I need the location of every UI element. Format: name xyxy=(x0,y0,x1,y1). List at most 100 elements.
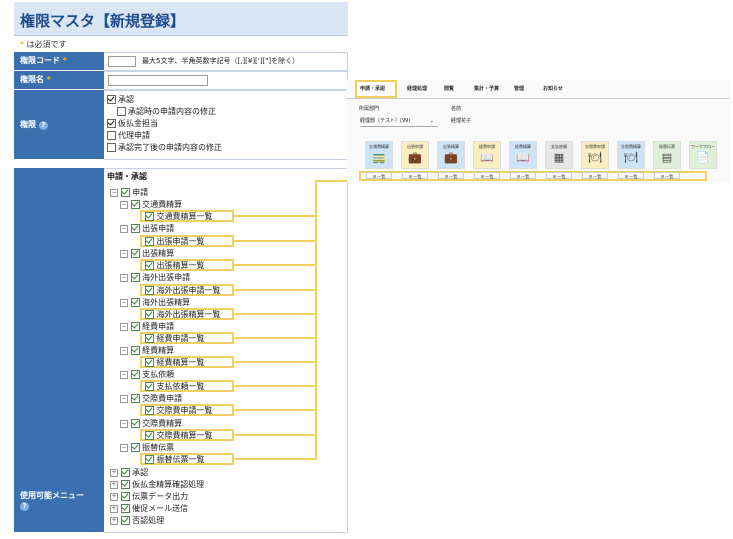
perm-advance[interactable]: 仮払金担当 xyxy=(107,119,158,129)
checkbox-icon xyxy=(130,322,140,331)
checkbox-icon[interactable] xyxy=(107,143,116,152)
checkbox-icon xyxy=(145,358,154,367)
tree-group[interactable]: − 振替伝票 xyxy=(120,443,174,453)
checkbox-icon xyxy=(145,431,154,440)
checkbox-icon xyxy=(130,370,140,379)
list-button[interactable]: ☰ 一覧 xyxy=(618,172,644,179)
tree-leaf[interactable]: 交際費精算一覧 xyxy=(140,429,234,441)
perm-after-edit[interactable]: 承認完了後の申請内容の修正 xyxy=(107,143,222,153)
tree-group[interactable]: − 交通費精算 xyxy=(120,200,182,210)
help-icon[interactable]: ? xyxy=(20,502,29,511)
checkbox-icon[interactable] xyxy=(107,119,116,128)
tree-leaf[interactable]: 経費申請一覧 xyxy=(140,332,234,344)
tile-transfer-slip[interactable]: 振替伝票 ▤ xyxy=(653,141,681,169)
tile-transport[interactable]: 交通費精算 🚃 xyxy=(365,141,393,169)
perm-approve[interactable]: 承認 xyxy=(107,95,134,105)
tile-expense-settle[interactable]: 経費精算 📖 xyxy=(509,141,537,169)
tree-group[interactable]: − 海外出張申請 xyxy=(120,273,190,283)
page-title: 権限マスタ【新規登録】 xyxy=(20,12,186,30)
checkbox-icon xyxy=(145,261,154,270)
checkbox-icon xyxy=(130,200,140,209)
list-button[interactable]: ☰ 一覧 xyxy=(438,172,464,179)
calculator-icon: ▦ xyxy=(553,151,565,164)
tree-leaf[interactable]: 出張精算一覧 xyxy=(140,259,234,271)
help-icon[interactable]: ? xyxy=(38,121,48,130)
menu-preview-panel: 申請・承認 経理処理 閲覧 集計・予算 管理 お知らせ 所属部門 経理部（テスト… xyxy=(347,80,730,182)
list-button[interactable]: ☰ 一覧 xyxy=(402,172,428,179)
tile-expense-request[interactable]: 経費申請 📖 xyxy=(473,141,501,169)
tile-workflow[interactable]: ワークフロー 📄 xyxy=(689,141,717,169)
tile-entertain-settle[interactable]: 交際費精算 🍽 xyxy=(617,141,645,169)
code-input[interactable] xyxy=(108,56,136,67)
checkbox-icon xyxy=(120,468,130,477)
dining-icon: 🍽 xyxy=(588,151,602,164)
expand-icon: + xyxy=(110,516,118,525)
list-button[interactable]: ☰ 一覧 xyxy=(510,172,536,179)
tree-item[interactable]: + 伝票データ出力 xyxy=(110,492,188,502)
collapse-icon: − xyxy=(120,298,128,307)
tree-leaf[interactable]: 交際費申請一覧 xyxy=(140,404,234,416)
checkbox-icon[interactable] xyxy=(107,95,116,104)
chevron-down-icon: ⌄ xyxy=(429,118,434,124)
perm-proxy[interactable]: 代理申請 xyxy=(107,131,150,141)
tab-apply-approve[interactable]: 申請・承認 xyxy=(360,85,385,92)
checkbox-icon xyxy=(145,334,154,343)
collapse-icon: − xyxy=(120,273,128,282)
code-hint: 最大5文字、半角英数字記号（[,][¥][']["]を除く） xyxy=(142,57,300,65)
checkbox-icon[interactable] xyxy=(120,188,130,197)
tree-leaf[interactable]: 海外出張申請一覧 xyxy=(140,284,234,296)
perm-label: 権限 ? xyxy=(14,90,104,160)
tree-group[interactable]: − 海外出張精算 xyxy=(120,298,190,308)
list-button[interactable]: ☰ 一覧 xyxy=(546,172,572,179)
tree-leaf[interactable]: 支払依頼一覧 xyxy=(140,380,234,392)
tree-leaf[interactable]: 出張申請一覧 xyxy=(140,235,234,247)
tree-item[interactable]: + 催促メール送信 xyxy=(110,504,188,514)
tile-trip-settle[interactable]: 出張精算 💼 xyxy=(437,141,465,169)
checkbox-icon[interactable] xyxy=(117,107,126,116)
tree-group[interactable]: − 交際費申請 xyxy=(120,394,182,404)
collapse-icon: − xyxy=(120,394,128,403)
list-button[interactable]: ☰ 一覧 xyxy=(366,172,392,179)
list-button[interactable]: ☰ 一覧 xyxy=(654,172,680,179)
name-label: 権限名 * xyxy=(14,71,104,90)
tree-leaf[interactable]: 交通費精算一覧 xyxy=(140,210,234,222)
tree-group[interactable]: − 出張申請 xyxy=(120,224,174,234)
connector-line xyxy=(234,313,316,315)
dept-select[interactable]: 経理部（テスト）(99) ⌄ xyxy=(360,116,438,127)
list-button[interactable]: ☰ 一覧 xyxy=(582,172,608,179)
tab-budget[interactable]: 集計・予算 xyxy=(474,85,499,92)
collapse-icon: − xyxy=(120,224,128,233)
tree-item[interactable]: + 仮払金精算確認処理 xyxy=(110,480,204,490)
tile-trip-request[interactable]: 出張申請 💼 xyxy=(401,141,429,169)
tree-group[interactable]: − 経費精算 xyxy=(120,346,174,356)
checkbox-icon xyxy=(145,455,154,464)
tree-item[interactable]: + 承認 xyxy=(110,468,148,478)
tree-root[interactable]: − 申請 xyxy=(110,188,148,198)
tree-leaf[interactable]: 振替伝票一覧 xyxy=(140,453,234,465)
tab-browse[interactable]: 閲覧 xyxy=(444,85,454,92)
perm-approve-edit[interactable]: 承認時の申請内容の修正 xyxy=(117,107,216,117)
tab-news[interactable]: お知らせ xyxy=(543,85,563,92)
connector-line xyxy=(234,264,316,266)
tree-leaf[interactable]: 海外出張精算一覧 xyxy=(140,308,234,320)
collapse-icon[interactable]: − xyxy=(110,188,118,197)
tile-payment[interactable]: 支払依頼 ▦ xyxy=(545,141,573,169)
tree-group[interactable]: − 経費申請 xyxy=(120,322,174,332)
tab-admin[interactable]: 管理 xyxy=(514,85,524,92)
tree-group[interactable]: − 交際費精算 xyxy=(120,419,182,429)
checkbox-icon xyxy=(130,346,140,355)
connector-line xyxy=(234,434,316,436)
tree-group[interactable]: − 支払依頼 xyxy=(120,370,174,380)
checkbox-icon[interactable] xyxy=(107,131,116,140)
tab-accounting[interactable]: 経理処理 xyxy=(407,85,427,92)
tile-entertain-request[interactable]: 交際費申請 🍽 xyxy=(581,141,609,169)
tree-leaf[interactable]: 経費精算一覧 xyxy=(140,356,234,368)
briefcase-icon: 💼 xyxy=(444,151,458,164)
checkbox-icon xyxy=(130,224,140,233)
name-input[interactable] xyxy=(108,75,208,86)
tree-group[interactable]: − 出張精算 xyxy=(120,249,174,259)
tree-item[interactable]: + 否認処理 xyxy=(110,516,164,526)
list-button[interactable]: ☰ 一覧 xyxy=(474,172,500,179)
checkbox-icon xyxy=(145,286,154,295)
checkbox-icon xyxy=(120,504,130,513)
